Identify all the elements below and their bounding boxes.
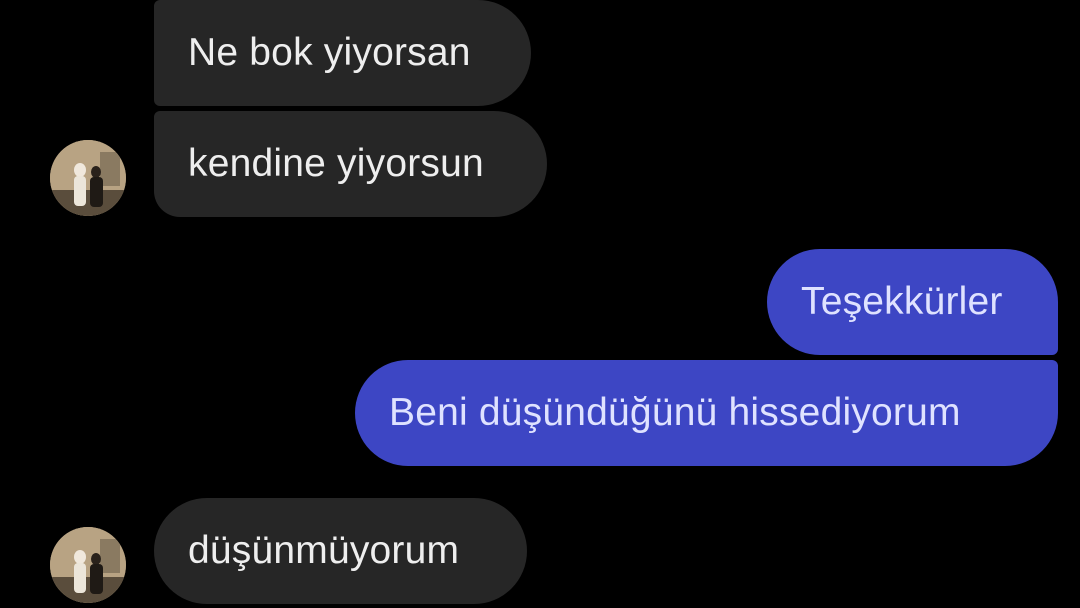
outgoing-message-bubble[interactable]: Beni düşündüğünü hissediyorum [355, 360, 1058, 466]
message-thread: Ne bok yiyorsan kendine yiyorsun Teşekkü… [0, 0, 1080, 608]
message-text: Beni düşündüğünü hissediyorum [389, 391, 961, 434]
contact-photo-icon [50, 527, 126, 603]
outgoing-message-bubble[interactable]: Teşekkürler [767, 249, 1058, 355]
incoming-message-bubble[interactable]: kendine yiyorsun [154, 111, 547, 217]
contact-avatar[interactable] [50, 527, 126, 603]
message-text: kendine yiyorsun [188, 142, 484, 185]
message-text: Ne bok yiyorsan [188, 31, 471, 74]
incoming-message-bubble[interactable]: düşünmüyorum [154, 498, 527, 604]
incoming-message-bubble[interactable]: Ne bok yiyorsan [154, 0, 531, 106]
contact-avatar[interactable] [50, 140, 126, 216]
message-text: Teşekkürler [801, 280, 1003, 323]
contact-photo-icon [50, 140, 126, 216]
message-text: düşünmüyorum [188, 529, 460, 572]
